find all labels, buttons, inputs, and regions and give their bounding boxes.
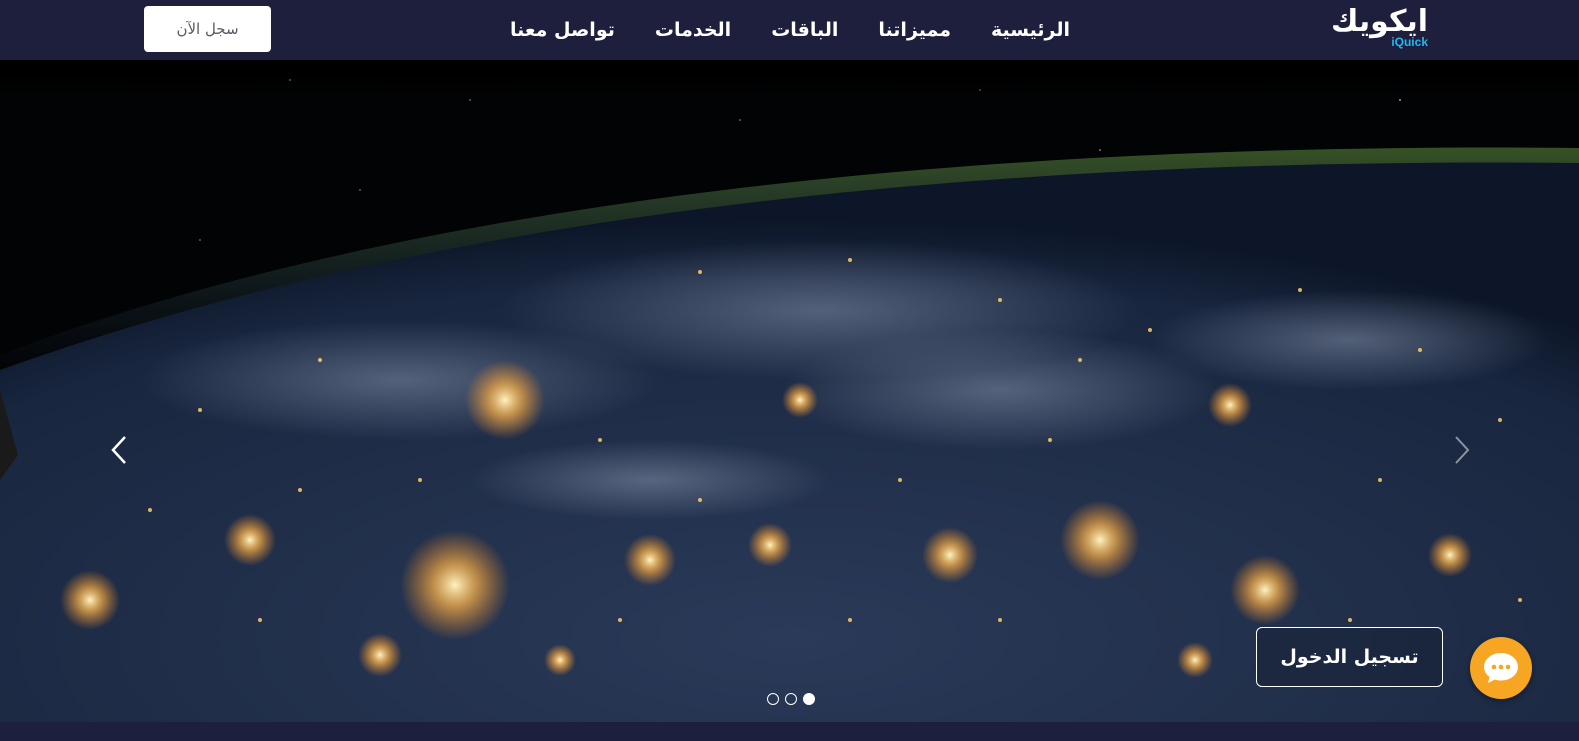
next-section-strip xyxy=(0,722,1579,741)
slider-dot-3[interactable] xyxy=(803,693,815,705)
arrow-left-icon xyxy=(111,436,126,464)
chat-widget-button[interactable] xyxy=(1470,637,1532,699)
logo-english-text: iQuick xyxy=(1391,35,1428,49)
slider-next-arrow[interactable] xyxy=(1447,430,1477,470)
nav-features[interactable]: مميزاتنا xyxy=(878,19,951,41)
site-header: سجل الآن الرئيسية مميزاتنا الباقات الخدم… xyxy=(0,0,1579,60)
arrow-right-icon xyxy=(1455,436,1470,464)
nav-services[interactable]: الخدمات xyxy=(655,19,731,41)
nav-packages[interactable]: الباقات xyxy=(771,19,838,41)
slider-dot-1[interactable] xyxy=(767,693,779,705)
register-now-button[interactable]: سجل الآن xyxy=(144,6,271,52)
site-logo[interactable]: ايكويك iQuick xyxy=(1308,2,1428,54)
nav-home[interactable]: الرئيسية xyxy=(991,19,1070,41)
main-nav: الرئيسية مميزاتنا الباقات الخدمات تواصل … xyxy=(510,0,1070,60)
hero-slider xyxy=(0,60,1579,722)
chat-icon xyxy=(1484,653,1518,683)
slider-prev-arrow[interactable] xyxy=(104,430,134,470)
slider-dots xyxy=(767,693,815,705)
slider-dot-2[interactable] xyxy=(785,693,797,705)
earth-night-image xyxy=(0,60,1579,722)
nav-contact[interactable]: تواصل معنا xyxy=(510,19,615,41)
login-button[interactable]: تسجيل الدخول xyxy=(1256,627,1443,687)
